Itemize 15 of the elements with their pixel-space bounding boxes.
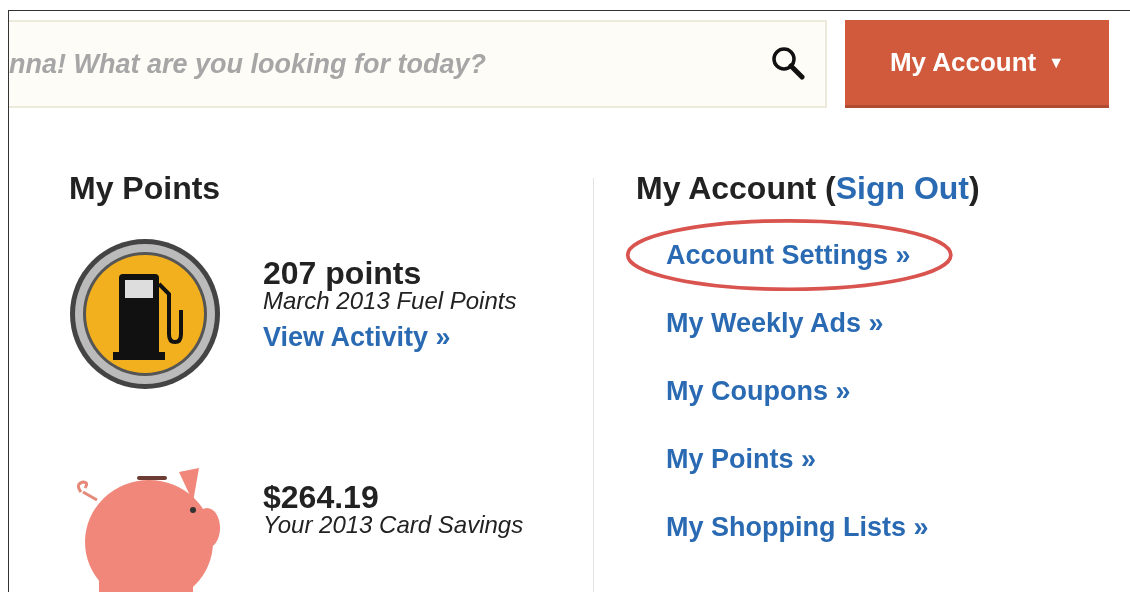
amount: $264.19 (263, 482, 380, 512)
account-link[interactable]: My Shopping Lists » (666, 510, 929, 544)
account-link[interactable]: My Points » (666, 442, 817, 476)
sign-out-link[interactable]: Sign Out (835, 170, 969, 206)
caption: Your 2013 Card Savings (263, 512, 524, 538)
section-title: My Points (69, 169, 222, 208)
search-field[interactable]: nna! What are you looking for today? (9, 20, 827, 108)
fuel-pump-icon (69, 238, 221, 390)
account-link[interactable]: My Coupons » (666, 374, 851, 408)
account-link[interactable]: Account Settings » (666, 238, 911, 272)
section-title: My Account (Sign Out) (636, 169, 981, 208)
view-activity-link[interactable]: View Activity » (263, 320, 451, 354)
my-account-button[interactable]: My Account ▼ (845, 20, 1109, 108)
search-icon[interactable] (771, 46, 805, 80)
account-link[interactable]: My Weekly Ads » (666, 306, 884, 340)
